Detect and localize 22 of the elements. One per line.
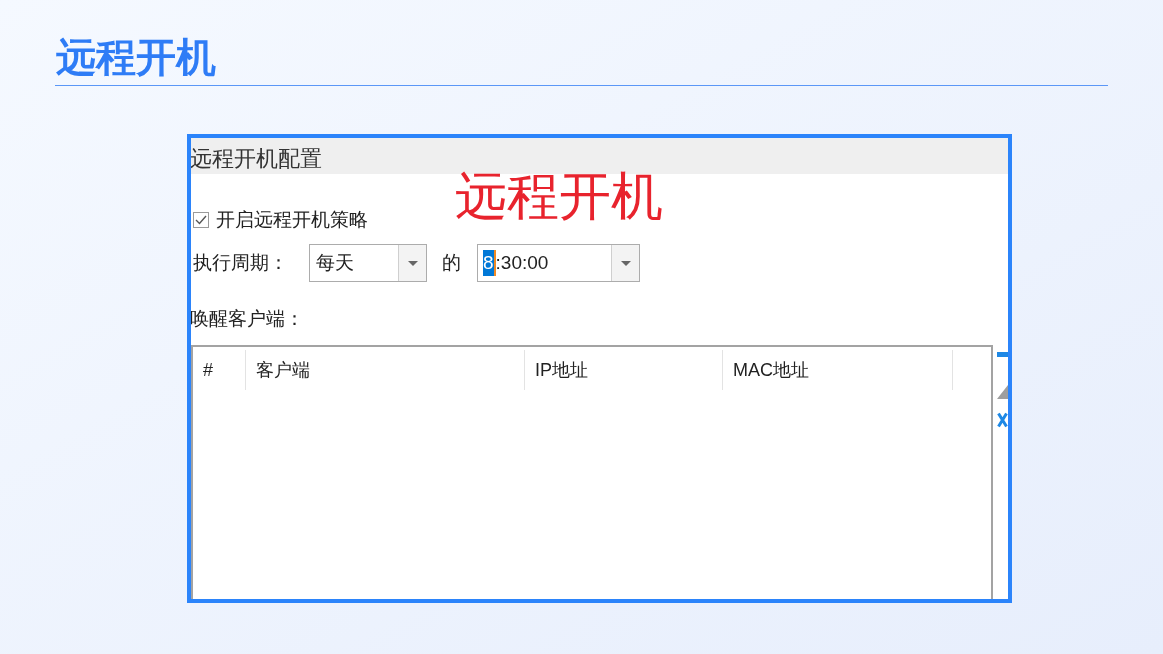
- clients-label: 唤醒客户端：: [191, 307, 304, 331]
- column-header[interactable]: 客户端: [246, 350, 525, 390]
- time-field[interactable]: 8:30:00: [477, 244, 640, 282]
- time-value: :30:00: [495, 251, 549, 275]
- dropdown-button[interactable]: [611, 245, 639, 281]
- window-title: 远程开机配置: [191, 145, 322, 173]
- close-icon[interactable]: [997, 412, 1008, 428]
- caret-icon: [407, 260, 418, 266]
- dropdown-button[interactable]: [398, 245, 426, 281]
- triangle-icon[interactable]: [997, 385, 1008, 399]
- period-label: 执行周期：: [193, 251, 289, 275]
- checkbox-label: 开启远程开机策略: [216, 208, 368, 232]
- column-header[interactable]: MAC地址: [723, 350, 953, 390]
- text-selection: 8: [483, 250, 496, 276]
- connector-text: 的: [442, 251, 462, 275]
- annotation-text: 远程开机: [455, 166, 663, 226]
- period-dropdown[interactable]: 每天: [309, 244, 427, 282]
- column-header[interactable]: #: [193, 350, 246, 390]
- column-header[interactable]: IP地址: [525, 350, 723, 390]
- checkbox[interactable]: [193, 212, 209, 228]
- page-title: 远程开机: [55, 34, 216, 81]
- caret-icon: [620, 260, 631, 266]
